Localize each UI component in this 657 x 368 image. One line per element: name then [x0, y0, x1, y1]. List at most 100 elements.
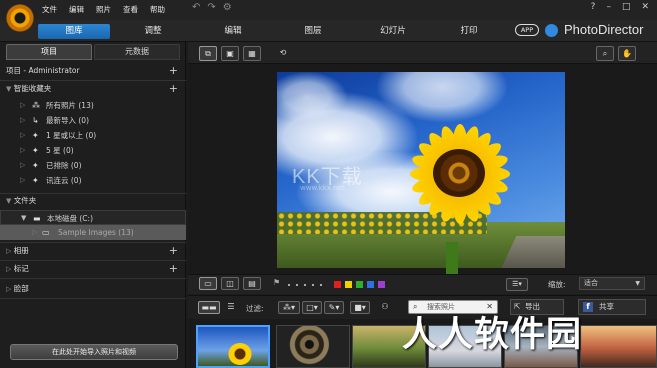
menu-file[interactable]: 文件: [42, 4, 57, 15]
zoom-tool-icon[interactable]: ⌕: [596, 46, 614, 61]
menu-photo[interactable]: 照片: [96, 4, 111, 15]
faces-header[interactable]: ▷ 脸部: [0, 282, 186, 296]
thumbnail-sunset[interactable]: [580, 325, 657, 368]
smart-collections-header[interactable]: ▼ 智能收藏夹 +: [0, 82, 186, 96]
list-view-icon[interactable]: ☰: [223, 301, 239, 314]
tab-layers[interactable]: 图层: [278, 24, 348, 39]
menu-edit[interactable]: 编辑: [69, 4, 84, 15]
photodirector-logo-icon: [6, 4, 34, 32]
expand-arrow-icon[interactable]: ▷: [20, 158, 25, 173]
grid-view-icon[interactable]: ▦: [243, 46, 261, 61]
rating-dot[interactable]: [304, 284, 306, 286]
expand-arrow-icon[interactable]: ▷: [20, 173, 25, 188]
share-button[interactable]: f 共享: [578, 299, 646, 315]
tab-metadata[interactable]: 元数据: [94, 44, 180, 60]
tab-slideshow[interactable]: 幻灯片: [358, 24, 428, 39]
tab-edit[interactable]: 编辑: [198, 24, 268, 39]
rating-dot[interactable]: [320, 284, 322, 286]
tab-project[interactable]: 项目: [6, 44, 92, 60]
filter-people-icon[interactable]: ⁂▾: [278, 301, 300, 314]
color-label-purple[interactable]: [378, 281, 385, 288]
divider: [0, 298, 186, 299]
folders-header[interactable]: ▼ 文件夹: [0, 194, 186, 208]
tab-print[interactable]: 打印: [434, 24, 504, 39]
zoom-label: 缩放:: [548, 280, 566, 289]
collection-5-star[interactable]: ▷ ✦ 5 星 (0): [0, 143, 186, 158]
compare-view-icon[interactable]: ⧉: [199, 46, 217, 61]
pan-hand-icon[interactable]: ✋: [618, 46, 636, 61]
single-view-icon[interactable]: ▣: [221, 46, 239, 61]
menu-help[interactable]: 帮助: [150, 4, 165, 15]
add-project-icon[interactable]: +: [169, 64, 178, 77]
collapse-arrow-icon[interactable]: ▼: [21, 211, 26, 226]
rating-dot[interactable]: [288, 284, 290, 286]
sort-menu-icon[interactable]: ☰▾: [506, 278, 528, 291]
tab-library[interactable]: 图库: [38, 24, 110, 39]
color-label-red[interactable]: [334, 281, 341, 288]
chevron-down-icon[interactable]: ▼: [635, 278, 640, 289]
expand-arrow-icon[interactable]: ▷: [32, 225, 37, 240]
rating-dot[interactable]: [296, 284, 298, 286]
import-photos-button[interactable]: 在此处开始导入照片和视频: [10, 344, 178, 360]
menu-view[interactable]: 查看: [123, 4, 138, 15]
zoom-select[interactable]: 适合 ▼: [579, 277, 645, 290]
expand-arrow-icon[interactable]: ▷: [20, 113, 25, 128]
collection-all-photos[interactable]: ▷ ⁂ 所有照片 (13): [0, 98, 186, 113]
redo-icon[interactable]: ↷: [207, 2, 215, 13]
folders-list: ▼ ▬ 本地磁盘 (C:) ▷ ▭ Sample Images (13): [0, 210, 186, 240]
folder-sample-images[interactable]: ▷ ▭ Sample Images (13): [0, 225, 186, 240]
collection-cyberlink-cloud[interactable]: ▷ ✦ 讯连云 (0): [0, 173, 186, 188]
help-button[interactable]: ?: [591, 2, 596, 12]
cloud: [277, 72, 347, 122]
sunflower: [404, 122, 514, 226]
rotate-view-icon[interactable]: ⟲: [274, 46, 292, 61]
thumb-size-small-icon[interactable]: ▭: [199, 277, 217, 290]
expand-arrow-icon[interactable]: ▷: [6, 285, 11, 293]
collection-1-star[interactable]: ▷ ✦ 1 星或以上 (0): [0, 128, 186, 143]
collection-recent-import[interactable]: ▷ ↳ 最新导入 (0): [0, 113, 186, 128]
thumb-size-large-icon[interactable]: ▤: [243, 277, 261, 290]
tab-adjust[interactable]: 调整: [118, 24, 188, 39]
expand-arrow-icon[interactable]: ▷: [6, 247, 11, 255]
share-label: 共享: [599, 302, 614, 311]
app-badge[interactable]: APP: [515, 24, 539, 36]
tags-header[interactable]: ▷ 标记 +: [0, 262, 186, 276]
folder-local-disk[interactable]: ▼ ▬ 本地磁盘 (C:): [0, 210, 186, 225]
expand-arrow-icon[interactable]: ▷: [20, 98, 25, 113]
expand-arrow-icon[interactable]: ▼: [6, 85, 11, 93]
filter-frame-icon[interactable]: □▾: [302, 301, 322, 314]
expand-arrow-icon[interactable]: ▷: [6, 265, 11, 273]
add-tag-icon[interactable]: +: [169, 262, 178, 275]
smart-collections-list: ▷ ⁂ 所有照片 (13) ▷ ↳ 最新导入 (0) ▷ ✦ 1 星或以上 (0…: [0, 98, 186, 188]
collection-excluded[interactable]: ▷ ✦ 已排除 (0): [0, 158, 186, 173]
thumb-size-medium-icon[interactable]: ◫: [221, 277, 239, 290]
filter-label-icon[interactable]: ■▾: [350, 301, 370, 314]
view-toolbar: ⧉ ▣ ▦ ⟲ ⌕ ✋: [188, 42, 657, 64]
close-button[interactable]: ✕: [641, 2, 649, 12]
maximize-button[interactable]: □: [622, 2, 631, 12]
color-label-green[interactable]: [356, 281, 363, 288]
window-controls: ? – □ ✕: [591, 2, 649, 12]
main-menu: 文件 编辑 照片 查看 帮助: [42, 4, 165, 15]
add-album-icon[interactable]: +: [169, 244, 178, 257]
color-label-yellow[interactable]: [345, 281, 352, 288]
expand-arrow-icon[interactable]: ▷: [20, 128, 25, 143]
list-view-small-icon[interactable]: ▬▬: [198, 301, 220, 314]
collection-label: 讯连云 (0): [46, 176, 82, 185]
flag-icon[interactable]: ⚑: [273, 278, 280, 287]
expand-arrow-icon[interactable]: ▼: [6, 197, 11, 205]
filter-brush-icon[interactable]: ✎▾: [324, 301, 344, 314]
thumbnail-sunflower[interactable]: [196, 325, 270, 368]
notification-icon[interactable]: [545, 24, 558, 37]
add-collection-icon[interactable]: +: [169, 82, 178, 95]
settings-gear-icon[interactable]: ⚙: [223, 2, 232, 13]
expand-arrow-icon[interactable]: ▷: [20, 143, 25, 158]
minimize-button[interactable]: –: [606, 2, 611, 12]
albums-header[interactable]: ▷ 相册 +: [0, 244, 186, 258]
rating-dot[interactable]: [312, 284, 314, 286]
person-tag-icon[interactable]: ⚇: [377, 301, 393, 314]
project-header-label: 项目 - Administrator: [6, 66, 80, 75]
undo-icon[interactable]: ↶: [192, 2, 200, 13]
color-label-blue[interactable]: [367, 281, 374, 288]
thumbnail-spiral[interactable]: [276, 325, 350, 368]
